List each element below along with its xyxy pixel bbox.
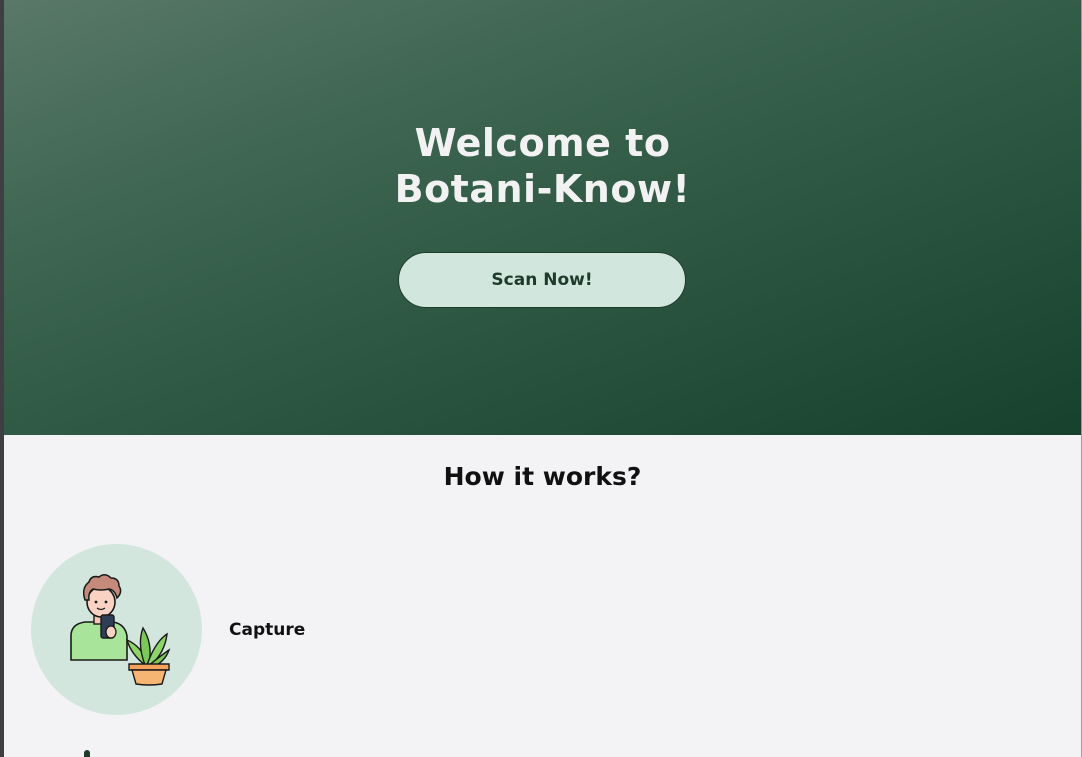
next-step-icon-peek [84, 750, 90, 757]
hero-title-line2: Botani-Know! [394, 167, 691, 211]
scan-now-button[interactable]: Scan Now! [398, 252, 686, 308]
step-icon-circle [31, 544, 202, 715]
how-it-works-title: How it works? [443, 462, 642, 491]
step-capture: Capture [31, 544, 305, 715]
person-photographing-plant-icon [70, 574, 171, 686]
page: Welcome to Botani-Know! Scan Now! How it… [4, 0, 1081, 757]
hero-title: Welcome to Botani-Know! [4, 120, 1081, 212]
hero-banner: Welcome to Botani-Know! Scan Now! [4, 0, 1081, 435]
hero-title-line1: Welcome to [414, 121, 671, 165]
step-label-capture: Capture [229, 619, 306, 640]
